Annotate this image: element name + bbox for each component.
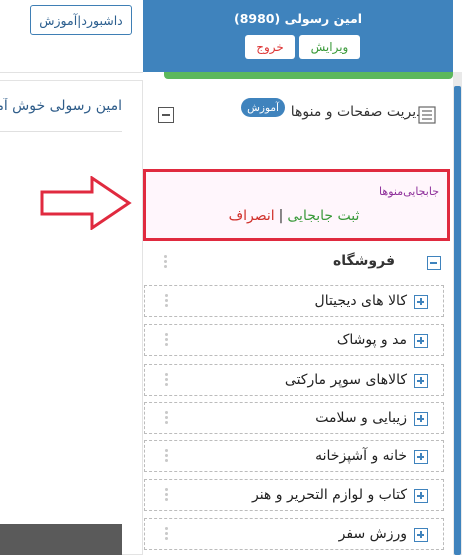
exit-button[interactable]: خروج [245, 35, 295, 59]
top-left-bar: داشبورد|آموزش [0, 0, 143, 73]
category-label: کالا های دیجیتال [314, 293, 407, 309]
expand-icon[interactable] [414, 450, 428, 464]
status-strip [164, 72, 453, 79]
main-content-panel [0, 80, 143, 555]
separator: | [278, 208, 284, 224]
list-item[interactable]: کالا های دیجیتال [144, 285, 444, 317]
save-move-link[interactable]: ثبت جابجایی [287, 208, 359, 224]
expand-icon[interactable] [414, 295, 428, 309]
drag-handle-icon[interactable] [165, 294, 169, 310]
document-icon [418, 106, 436, 124]
shop-node[interactable]: فروشگاه [143, 247, 453, 277]
drag-handle-icon[interactable] [165, 449, 169, 465]
expand-icon[interactable] [414, 412, 428, 426]
collapse-icon[interactable] [427, 256, 441, 270]
category-label: کتاب و لوازم التحریر و هنر [251, 487, 407, 503]
list-item[interactable]: کالاهای سوپر مارکتی [144, 364, 444, 396]
shop-label: فروشگاه [332, 253, 395, 269]
list-item[interactable]: زیبایی و سلامت [144, 402, 444, 434]
content-block [0, 524, 122, 555]
expand-icon[interactable] [414, 334, 428, 348]
move-actions: ثبت جابجایی|انصراف [146, 208, 442, 224]
list-item[interactable]: مد و پوشاک [144, 324, 444, 356]
scrollbar-thumb[interactable] [454, 86, 461, 555]
cancel-link[interactable]: انصراف [229, 208, 275, 224]
list-item[interactable]: خانه و آشپزخانه [144, 440, 444, 472]
welcome-message: امین رسولی خوش آمدید [0, 98, 122, 114]
expand-icon[interactable] [414, 528, 428, 542]
category-label: خانه و آشپزخانه [315, 448, 407, 464]
user-header: امین رسولی (8980) ویرایش خروج [143, 0, 453, 72]
expand-icon[interactable] [414, 489, 428, 503]
menu-manager-title: مدیریت صفحات و منوها [290, 104, 431, 120]
category-label: کالاهای سوپر مارکتی [284, 372, 407, 388]
drag-handle-icon[interactable] [165, 488, 169, 504]
scrollbar[interactable] [453, 72, 462, 555]
category-label: ورزش سفر [338, 526, 407, 542]
sidebar: امین رسولی (8980) ویرایش خروج آموزش مدیر… [143, 0, 462, 555]
divider [0, 131, 122, 132]
arrow-right-icon [40, 176, 132, 230]
drag-handle-icon[interactable] [164, 255, 168, 271]
drag-handle-icon[interactable] [165, 333, 169, 349]
drag-handle-icon[interactable] [165, 373, 169, 389]
expand-icon[interactable] [414, 374, 428, 388]
drag-handle-icon[interactable] [165, 411, 169, 427]
list-item[interactable]: کتاب و لوازم التحریر و هنر [144, 479, 444, 511]
category-label: زیبایی و سلامت [315, 410, 407, 426]
menu-move-panel: جابجایی‌منوها ثبت جابجایی|انصراف [143, 169, 450, 241]
collapse-icon[interactable] [158, 107, 174, 123]
list-item[interactable]: ورزش سفر [144, 518, 444, 550]
category-label: مد و پوشاک [336, 332, 407, 348]
user-name: امین رسولی (8980) [234, 11, 362, 26]
edit-button[interactable]: ویرایش [299, 35, 360, 59]
dashboard-tutorial-button[interactable]: داشبورد|آموزش [30, 5, 132, 35]
drag-handle-icon[interactable] [165, 527, 169, 543]
move-menus-label: جابجایی‌منوها [379, 185, 439, 198]
